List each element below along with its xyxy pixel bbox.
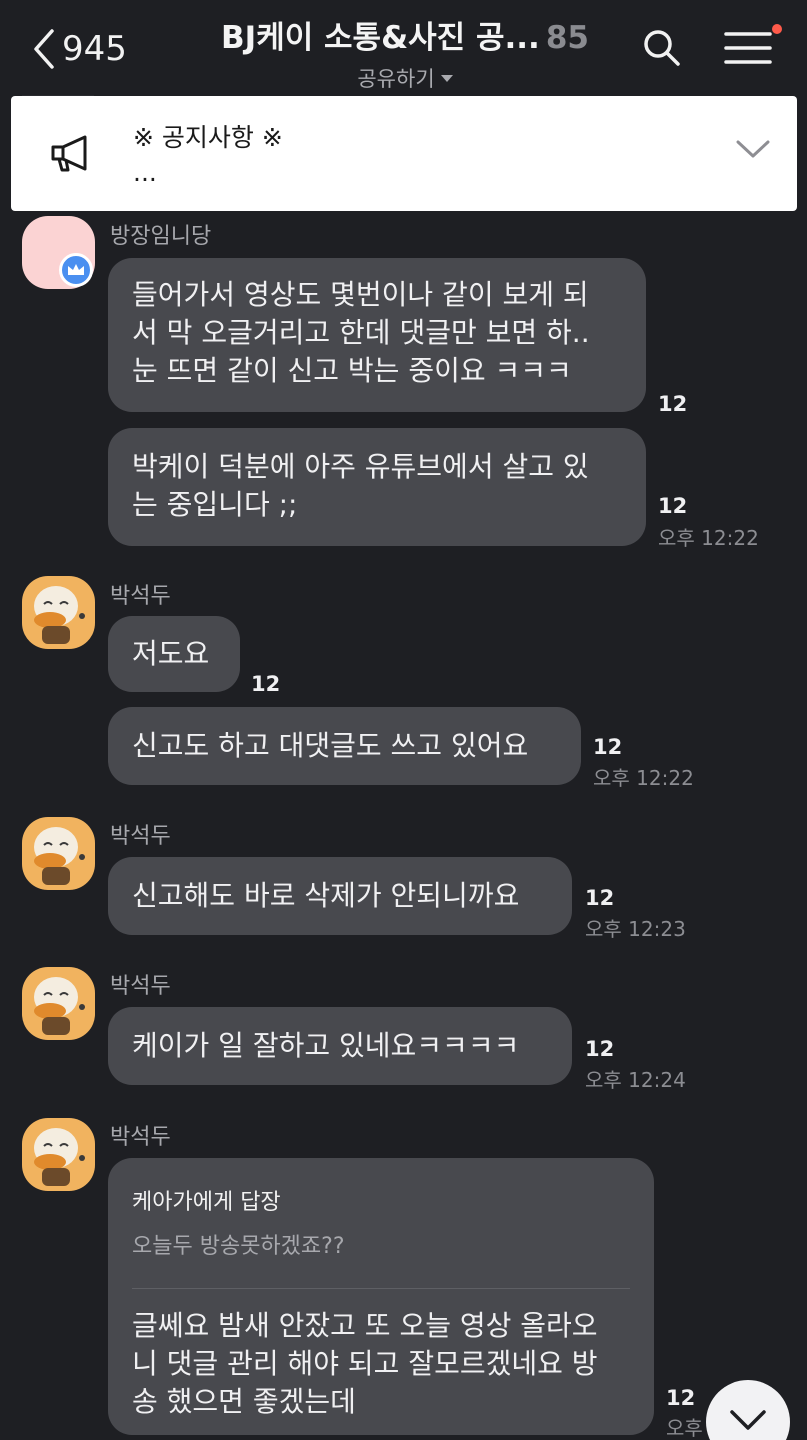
message-text: 박케이 덕분에 아주 유튜브에서 살고 있 는 중입니다 ;;: [132, 450, 589, 521]
back-chevron-icon: [34, 29, 54, 69]
duck-avatar-icon: [34, 586, 85, 644]
unread-count: 12: [585, 1037, 615, 1061]
avatar[interactable]: [22, 576, 95, 649]
search-button[interactable]: [640, 26, 684, 70]
crown-icon: [59, 253, 93, 287]
menu-icon: [724, 32, 772, 64]
sender-name: 박석두: [110, 824, 171, 849]
message-text: 저도요: [132, 637, 210, 670]
sender-name: 박석두: [110, 1125, 171, 1150]
message-time: 오후 12:24: [585, 1068, 686, 1092]
duck-avatar-icon: [34, 1128, 85, 1186]
unread-count: 12: [658, 494, 688, 518]
share-label: 공유하기: [357, 67, 435, 91]
message-bubble[interactable]: 신고해도 바로 삭제가 안되니까요: [108, 857, 572, 935]
message-text: 들어가서 영상도 몇번이나 같이 보게 되 서 막 오글거리고 한데 댓글만 보…: [132, 278, 590, 387]
unread-count: 12: [585, 886, 615, 910]
reply-quote: 오늘두 방송못하겠죠??: [132, 1234, 345, 1259]
message-time: 오후 12:22: [658, 526, 759, 550]
megaphone-icon: [51, 135, 87, 172]
unread-chat-count: 945: [62, 29, 127, 69]
member-count: 85: [545, 20, 589, 56]
share-dropdown[interactable]: 공유하기: [357, 63, 453, 93]
caret-down-icon: [440, 74, 453, 82]
message-bubble[interactable]: 들어가서 영상도 몇번이나 같이 보게 되 서 막 오글거리고 한데 댓글만 보…: [108, 258, 646, 412]
avatar[interactable]: [22, 817, 95, 890]
notice-banner[interactable]: ※ 공지사항 ※ ...: [11, 96, 797, 211]
chat-header: 945 BJ케이 소통&사진 공... 85 공유하기: [0, 0, 807, 95]
message-text: 신고도 하고 대댓글도 쓰고 있어요: [132, 729, 529, 762]
notice-body: ...: [133, 158, 157, 187]
sender-name: 박석두: [110, 584, 171, 609]
back-button[interactable]: 945: [30, 24, 127, 74]
message-text: 신고해도 바로 삭제가 안되니까요: [132, 879, 520, 912]
scroll-to-bottom-button[interactable]: [706, 1380, 790, 1440]
unread-count: 12: [658, 392, 688, 416]
search-icon: [644, 30, 680, 66]
message-time: 오후 12:22: [593, 766, 694, 790]
message-bubble[interactable]: 저도요: [108, 616, 240, 692]
reply-target: 케아가에게 답장: [132, 1190, 281, 1215]
new-badge-dot: [772, 24, 782, 34]
message-bubble[interactable]: 신고도 하고 대댓글도 쓰고 있어요: [108, 707, 581, 785]
message-bubble[interactable]: 박케이 덕분에 아주 유튜브에서 살고 있 는 중입니다 ;;: [108, 428, 646, 546]
unread-count: 12: [666, 1386, 696, 1410]
duck-avatar-icon: [34, 977, 85, 1035]
message-text: 케이가 일 잘하고 있네요ㅋㅋㅋㅋ: [132, 1029, 520, 1062]
message-text: 글쎄요 밤새 안잤고 또 오늘 영상 올라오 니 댓글 관리 해야 되고 잘모르…: [132, 1309, 598, 1418]
message-time: 오후: [666, 1416, 703, 1440]
chevron-down-icon[interactable]: [735, 136, 771, 162]
reply-divider: [132, 1288, 630, 1289]
chat-title-area: BJ케이 소통&사진 공... 85 공유하기: [200, 12, 610, 93]
chevron-down-icon: [730, 1410, 766, 1430]
sender-name: 박석두: [110, 974, 171, 999]
reply-message-bubble[interactable]: 케아가에게 답장 오늘두 방송못하겠죠?? 글쎄요 밤새 안잤고 또 오늘 영상…: [108, 1158, 654, 1435]
avatar[interactable]: [22, 1118, 95, 1191]
notice-title: ※ 공지사항 ※: [133, 123, 283, 152]
menu-button[interactable]: [724, 26, 772, 70]
duck-avatar-icon: [34, 827, 85, 885]
message-time: 오후 12:23: [585, 917, 686, 941]
chat-title[interactable]: BJ케이 소통&사진 공... 85: [200, 12, 610, 57]
unread-count: 12: [593, 735, 623, 759]
avatar[interactable]: [22, 967, 95, 1040]
unread-count: 12: [251, 672, 281, 696]
sender-name: 방장임니당: [110, 224, 212, 249]
message-bubble[interactable]: 케이가 일 잘하고 있네요ㅋㅋㅋㅋ: [108, 1007, 572, 1085]
